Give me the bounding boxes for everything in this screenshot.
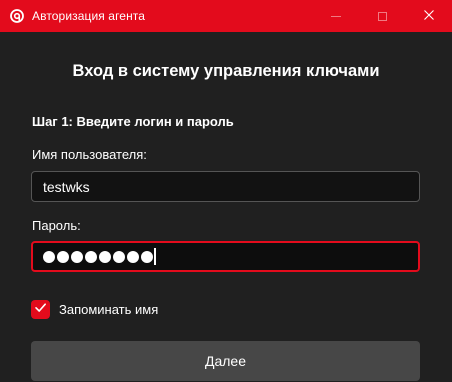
- password-dot: [85, 250, 97, 263]
- password-dot: [43, 250, 55, 263]
- username-value: testwks: [43, 178, 90, 195]
- close-icon: [424, 7, 434, 25]
- password-dot: [141, 250, 153, 263]
- password-dot: [71, 250, 83, 263]
- step-title: Шаг 1: Введите логин и пароль: [32, 114, 234, 129]
- next-button[interactable]: Далее: [31, 341, 420, 381]
- title-bar[interactable]: Авторизация агента: [0, 0, 452, 32]
- password-field[interactable]: [31, 241, 420, 272]
- remember-label[interactable]: Запоминать имя: [59, 302, 158, 317]
- password-dot: [127, 250, 139, 263]
- window-title: Авторизация агента: [32, 9, 146, 23]
- text-cursor: [154, 248, 156, 265]
- checkmark-icon: [34, 301, 47, 319]
- username-field[interactable]: testwks: [31, 171, 420, 202]
- maximize-icon: [377, 11, 387, 21]
- password-mask: [33, 250, 153, 263]
- username-label: Имя пользователя:: [32, 147, 147, 162]
- password-dot: [57, 250, 69, 263]
- minimize-button[interactable]: [313, 0, 359, 32]
- form-heading: Вход в систему управления ключами: [72, 62, 380, 80]
- app-logo-icon: [9, 8, 25, 24]
- login-form: Вход в систему управления ключами Шаг 1:…: [0, 32, 452, 382]
- remember-checkbox[interactable]: [31, 300, 50, 319]
- password-dot: [99, 250, 111, 263]
- password-label: Пароль:: [32, 218, 81, 233]
- close-button[interactable]: [406, 0, 452, 32]
- login-window: Авторизация агента Вход в систему управл…: [0, 0, 452, 382]
- maximize-button[interactable]: [359, 0, 405, 32]
- password-dot: [113, 250, 125, 263]
- minimize-icon: [331, 15, 341, 17]
